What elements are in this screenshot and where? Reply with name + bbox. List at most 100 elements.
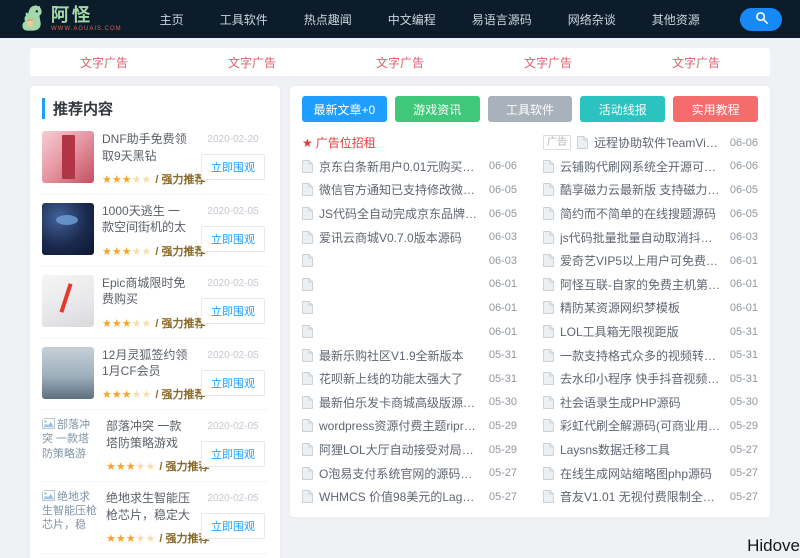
article-row[interactable]: wordpress资源付费主题ripro6.7含美化包...05-29 [302, 414, 517, 438]
recommend-item-title[interactable]: 绝地求生智能压枪芯片，稳定大号使用，永久免费 [106, 490, 190, 524]
article-row[interactable]: 最新乐购社区V1.9全新版本05-31 [302, 343, 517, 367]
recommend-item-date: 2020-02-05 [198, 493, 268, 504]
star-icon: ★ [136, 533, 146, 545]
article-title: 社会语录生成PHP源码 [560, 394, 722, 411]
article-date: 05-29 [730, 420, 758, 432]
nav-item[interactable]: 中文编程 [388, 11, 436, 28]
article-row[interactable]: 在线生成网站缩略图php源码05-27 [543, 461, 758, 485]
article-row[interactable]: 音友V1.01 无视付费限制全网音乐无损免费...05-27 [543, 485, 758, 509]
thumbnail-image[interactable] [42, 347, 94, 399]
nav-item[interactable]: 热点趣闻 [304, 11, 352, 28]
article-date: 06-01 [489, 326, 517, 338]
article-row[interactable]: 06-03 [302, 249, 517, 273]
article-row[interactable]: 精防某资源网织梦模板06-01 [543, 296, 758, 320]
view-now-button[interactable]: 立即围观 [201, 441, 265, 467]
article-row[interactable]: WHMCS 价值98美元的Lagom模板开源05-27 [302, 485, 517, 509]
text-ad-link[interactable]: 文字广告 [80, 54, 128, 71]
article-row[interactable]: JS代码全自动完成京东品牌狂欢城活动任务06-05 [302, 202, 517, 226]
category-button[interactable]: 工具软件 [488, 96, 573, 122]
article-row[interactable]: 酷享磁力云最新版 支持磁力搜索下载和一...06-05 [543, 178, 758, 202]
recommend-item-title[interactable]: 部落冲突 一款塔防策略游戏 [106, 418, 190, 452]
article-row[interactable]: 阿怪互联-自家的免费主机第一批正式开启06-01 [543, 273, 758, 297]
view-now-button[interactable]: 立即围观 [201, 298, 265, 324]
text-ad-link[interactable]: 文字广告 [672, 54, 720, 71]
thumbnail-image[interactable] [42, 275, 94, 327]
star-icon: ★ [122, 389, 132, 401]
article-row[interactable]: 京东白条新用户0.01元购买3个月爱奇艺黄...06-06 [302, 155, 517, 179]
star-icon: ★ [112, 318, 122, 330]
recommend-list: DNF助手免费领取9天黑钻★★★★★/ 强力推荐2020-02-20立即围观10… [42, 123, 268, 558]
article-date: 05-27 [730, 467, 758, 479]
recommend-item-info: DNF助手免费领取9天黑钻 ★★★★★/ 强力推荐 [102, 131, 190, 187]
text-ad-link[interactable]: 文字广告 [228, 54, 276, 71]
nav-item[interactable]: 主页 [160, 11, 184, 28]
category-button[interactable]: 实用教程 [673, 96, 758, 122]
article-row[interactable]: 简约而不简单的在线搜题源码06-05 [543, 202, 758, 226]
nav-item[interactable]: 工具软件 [220, 11, 268, 28]
article-row[interactable]: 一款支持格式众多的视频转换器05-31 [543, 343, 758, 367]
star-icon: ★ [116, 533, 126, 545]
recommend-item-info: 12月灵狐签约领1月CF会员★★★★★/ 强力推荐 [102, 347, 190, 403]
recommend-item-date: 2020-02-05 [198, 421, 268, 432]
article-row[interactable]: 06-01 [302, 273, 517, 297]
document-icon [302, 419, 313, 432]
nav-item[interactable]: 易语言源码 [472, 11, 532, 28]
recommend-item-meta: 2020-02-05立即围观 [198, 203, 268, 259]
article-row[interactable]: 爱讯云商城V0.7.0版本源码06-03 [302, 225, 517, 249]
document-icon [543, 183, 554, 196]
article-title: 彩虹代刷全解源码(可商业用途 防黑) [560, 417, 722, 434]
article-row[interactable]: 广告远程协助软件TeamViewer v11 单文件版06-06 [543, 131, 758, 155]
article-row[interactable]: 06-01 [302, 296, 517, 320]
article-date: 06-01 [730, 278, 758, 290]
article-row[interactable]: 云铺购代刷网系统全开源可运营程序搭建06-06 [543, 155, 758, 179]
article-panel: 最新文章+0游戏资讯工具软件活动线报实用教程 ★广告位招租京东白条新用户0.01… [290, 86, 770, 517]
site-logo[interactable]: 阿怪 WWW.AGUAIS.COM [18, 2, 122, 37]
nav-item[interactable]: 其他资源 [652, 11, 700, 28]
search-button[interactable] [740, 8, 782, 31]
article-row[interactable]: 阿狸LOL大厅自动接受对局工具05-29 [302, 438, 517, 462]
text-ad-link[interactable]: 文字广告 [524, 54, 572, 71]
star-icon: ★ [302, 136, 313, 150]
recommend-item: 恐怖地下室探险 一款恐怖恐怖地下室探险 一款恐怖逃生解谜类游戏★★★★★/ 强力… [42, 554, 268, 558]
view-now-button[interactable]: 立即围观 [201, 226, 265, 252]
recommend-item-title[interactable]: 12月灵狐签约领1月CF会员 [102, 347, 190, 381]
star-icon: ★ [106, 461, 116, 473]
article-title: O泡易支付系统官网的源码开源 [319, 465, 481, 482]
rating-stars: ★★★★★/ 强力推荐 [102, 171, 190, 187]
category-button[interactable]: 最新文章+0 [302, 96, 387, 122]
thumbnail-image[interactable] [42, 203, 94, 255]
recommend-item-meta: 2020-02-05立即围观 [198, 347, 268, 403]
article-row[interactable]: 最新伯乐发卡商城高级版源码 无后门05-30 [302, 391, 517, 415]
article-row[interactable]: O泡易支付系统官网的源码开源05-27 [302, 461, 517, 485]
article-title: LOL工具箱无限视距版 [560, 323, 722, 340]
star-icon: ★ [132, 246, 142, 258]
article-row[interactable]: 社会语录生成PHP源码05-30 [543, 391, 758, 415]
recommend-item-title[interactable]: Epic商城限时免费购买《SUPERHOT》游戏 [102, 275, 190, 309]
recommend-item: 12月灵狐签约领1月CF会员★★★★★/ 强力推荐2020-02-05立即围观 [42, 339, 268, 411]
broken-image: 部落冲突 一款塔防策略游 [42, 418, 98, 474]
view-now-button[interactable]: 立即围观 [201, 154, 265, 180]
thumbnail-image[interactable] [42, 131, 94, 183]
article-title: 京东白条新用户0.01元购买3个月爱奇艺黄... [319, 158, 481, 175]
category-button[interactable]: 活动线报 [580, 96, 665, 122]
article-row[interactable]: 彩虹代刷全解源码(可商业用途 防黑) 05-29 [543, 414, 758, 438]
category-button[interactable]: 游戏资讯 [395, 96, 480, 122]
star-icon: ★ [146, 461, 156, 473]
recommend-item-title[interactable]: DNF助手免费领取9天黑钻 [102, 131, 190, 165]
article-row[interactable]: 爱奇艺VIP5以上用户可免费发爱奇艺VIP红包06-01 [543, 249, 758, 273]
view-now-button[interactable]: 立即围观 [201, 370, 265, 396]
nav-menu: 主页 工具软件 热点趣闻 中文编程 易语言源码 网络杂谈 其他资源 [160, 11, 700, 28]
text-ad-link[interactable]: 文字广告 [376, 54, 424, 71]
article-row[interactable]: 去水印小程序 快手抖音视频搬运工上热门...05-31 [543, 367, 758, 391]
article-row[interactable]: Laysns数据迁移工具05-27 [543, 438, 758, 462]
article-row[interactable]: 花呗新上线的功能太强大了05-31 [302, 367, 517, 391]
recommend-item-meta: 2020-02-05 立即围观 [198, 418, 268, 474]
article-row[interactable]: ★广告位招租 [302, 131, 517, 155]
nav-item[interactable]: 网络杂谈 [568, 11, 616, 28]
view-now-button[interactable]: 立即围观 [201, 513, 265, 539]
article-row[interactable]: 06-01 [302, 320, 517, 344]
article-row[interactable]: 微信官方通知已支持修改微信号06-05 [302, 178, 517, 202]
recommend-item-title[interactable]: 1000天逃生 一款空间街机的太空模拟经营游戏 [102, 203, 190, 237]
article-row[interactable]: LOL工具箱无限视距版05-31 [543, 320, 758, 344]
article-row[interactable]: js代码批量批量自动取消抖音关注06-03 [543, 225, 758, 249]
